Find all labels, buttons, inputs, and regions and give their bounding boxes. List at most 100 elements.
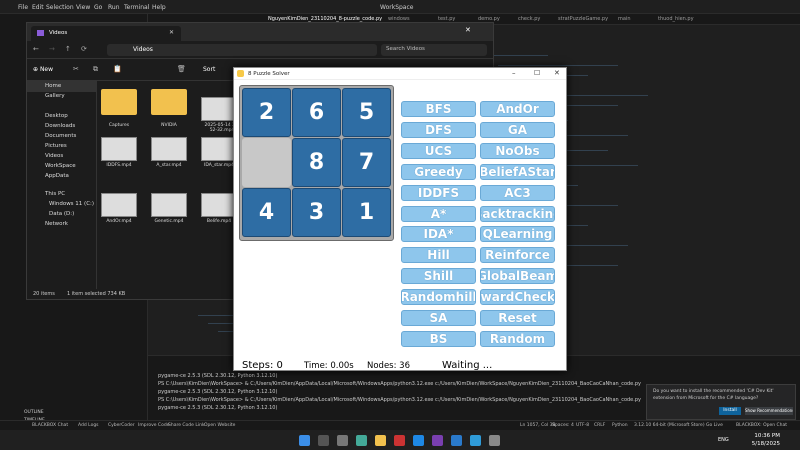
iddfs-button[interactable]: IDDFS [401, 185, 476, 201]
nav-home[interactable]: Home [45, 83, 61, 89]
dfs-button[interactable]: DFS [401, 122, 476, 138]
status-interpreter[interactable]: 3.12.10 64-bit (Microsoft Store) [634, 423, 705, 428]
delete-icon[interactable]: 🗑 [177, 65, 186, 73]
status-cybercoder[interactable]: CyberCoder [108, 423, 135, 428]
tab-7[interactable]: main [618, 16, 631, 22]
file-label[interactable]: A_star.mp4 [144, 163, 194, 168]
breadcrumb[interactable]: Videos [133, 46, 153, 53]
status-improve-code[interactable]: Improve Code [138, 423, 169, 428]
nav-pictures[interactable]: Pictures [45, 143, 67, 149]
qlearning-button[interactable]: QLearning [480, 226, 555, 242]
status-spaces[interactable]: Spaces: 4 [552, 423, 574, 428]
tile[interactable]: 2 [242, 88, 291, 137]
back-arrow-icon[interactable]: ← [33, 45, 39, 53]
close-icon[interactable]: ✕ [554, 69, 560, 77]
status-eol[interactable]: CRLF [594, 423, 605, 428]
language-indicator[interactable]: ENG [718, 437, 729, 443]
nav-gallery[interactable]: Gallery [45, 93, 65, 99]
greedy-button[interactable]: Greedy [401, 164, 476, 180]
close-tab-icon[interactable]: ✕ [169, 29, 174, 36]
status-blackbox-chat[interactable]: BLACKBOX Chat [32, 423, 68, 428]
vscode-search-title[interactable]: WorkSpace [380, 4, 413, 11]
visual-studio-icon[interactable] [432, 435, 443, 446]
file-label[interactable]: Genetic.mp4 [144, 219, 194, 224]
chrome-icon[interactable] [394, 435, 405, 446]
ucs-button[interactable]: UCS [401, 143, 476, 159]
tile[interactable]: 5 [342, 88, 391, 137]
address-bar[interactable]: Videos [107, 44, 377, 56]
ac3-button[interactable]: AC3 [480, 185, 555, 201]
tile[interactable]: 8 [292, 138, 341, 187]
video-thumbnail[interactable] [101, 193, 137, 217]
backtracking-button[interactable]: Backtracking [480, 206, 555, 222]
folder-icon[interactable] [101, 89, 137, 115]
status-language[interactable]: Python [612, 423, 628, 428]
task-view-icon[interactable] [337, 435, 348, 446]
explorer-tab[interactable]: Videos ✕ [31, 26, 181, 41]
sa-button[interactable]: SA [401, 310, 476, 326]
status-open-website[interactable]: Open Website [204, 423, 235, 428]
randomhill-button[interactable]: Randomhill [401, 289, 476, 305]
video-thumbnail[interactable] [151, 137, 187, 161]
nav-documents[interactable]: Documents [45, 133, 76, 139]
nav-desktop[interactable]: Desktop [45, 113, 68, 119]
file-label[interactable]: NVIDIA [144, 123, 194, 128]
windows-start-icon[interactable] [299, 435, 310, 446]
nav-this-pc[interactable]: This PC [45, 191, 65, 197]
tile[interactable]: 6 [292, 88, 341, 137]
reset-button[interactable]: Reset [480, 310, 555, 326]
tile[interactable]: 4 [242, 188, 291, 237]
beliefastar-button[interactable]: BeliefAStar [480, 164, 555, 180]
menu-run[interactable]: Run [108, 4, 120, 11]
bs-button[interactable]: BS [401, 331, 476, 347]
python-icon[interactable] [489, 435, 500, 446]
menu-file[interactable]: File [18, 4, 28, 11]
bfs-button[interactable]: BFS [401, 101, 476, 117]
random-button[interactable]: Random [480, 331, 555, 347]
nav-videos[interactable]: Videos [45, 153, 63, 159]
folder-icon[interactable] [151, 89, 187, 115]
nav-network[interactable]: Network [45, 221, 68, 227]
tab-8[interactable]: thuod_hien.py [658, 16, 694, 22]
refresh-icon[interactable]: ⟳ [81, 45, 87, 53]
cut-icon[interactable]: ✂ [73, 65, 79, 73]
status-cursor[interactable]: Ln 1057, Col 38 [520, 423, 555, 428]
reinforce-button[interactable]: Reinforce [480, 247, 555, 263]
menu-help[interactable]: Help [152, 4, 166, 11]
tab-6[interactable]: stratPuzzleGame.py [558, 16, 608, 22]
noobs-button[interactable]: NoObs [480, 143, 555, 159]
ga-button[interactable]: GA [480, 122, 555, 138]
status-share-code[interactable]: Share Code Link [168, 423, 205, 428]
up-arrow-icon[interactable]: ↑ [65, 45, 71, 53]
app-icon[interactable] [470, 435, 481, 446]
maximize-icon[interactable]: ☐ [534, 69, 540, 77]
status-encoding[interactable]: UTF-8 [576, 423, 589, 428]
outline-section[interactable]: OUTLINE [24, 410, 44, 415]
menu-go[interactable]: Go [94, 4, 102, 11]
status-blackbox-open[interactable]: BLACKBOX: Open Chat [736, 423, 787, 428]
nav-drive-d[interactable]: Data (D:) [49, 211, 74, 217]
sort-button[interactable]: Sort [203, 66, 215, 73]
menu-terminal[interactable]: Terminal [124, 4, 149, 11]
app-icon[interactable] [356, 435, 367, 446]
search-input[interactable]: Search Videos [381, 44, 487, 56]
close-window-icon[interactable]: ✕ [465, 26, 471, 34]
copy-icon[interactable]: ⧉ [93, 65, 98, 74]
nav-drive-c[interactable]: Windows 11 (C:) [49, 201, 94, 207]
astar-button[interactable]: A* [401, 206, 476, 222]
nav-workspace[interactable]: WorkSpace [45, 163, 76, 169]
tile[interactable]: 3 [292, 188, 341, 237]
show-recommendations-button[interactable]: Show Recommendations [745, 407, 793, 415]
tab-5[interactable]: check.py [518, 16, 540, 22]
empty-tile[interactable] [242, 138, 291, 187]
file-label[interactable]: Captures [94, 123, 144, 128]
tile[interactable]: 7 [342, 138, 391, 187]
idastar-button[interactable]: IDA* [401, 226, 476, 242]
forward-arrow-icon[interactable]: → [49, 45, 55, 53]
menu-selection[interactable]: Selection [46, 4, 74, 11]
andor-button[interactable]: AndOr [480, 101, 555, 117]
forwardchecking-button[interactable]: ForwardChecking [480, 289, 555, 305]
video-thumbnail[interactable] [101, 137, 137, 161]
install-button[interactable]: Install [719, 407, 741, 415]
menu-edit[interactable]: Edit [32, 4, 44, 11]
